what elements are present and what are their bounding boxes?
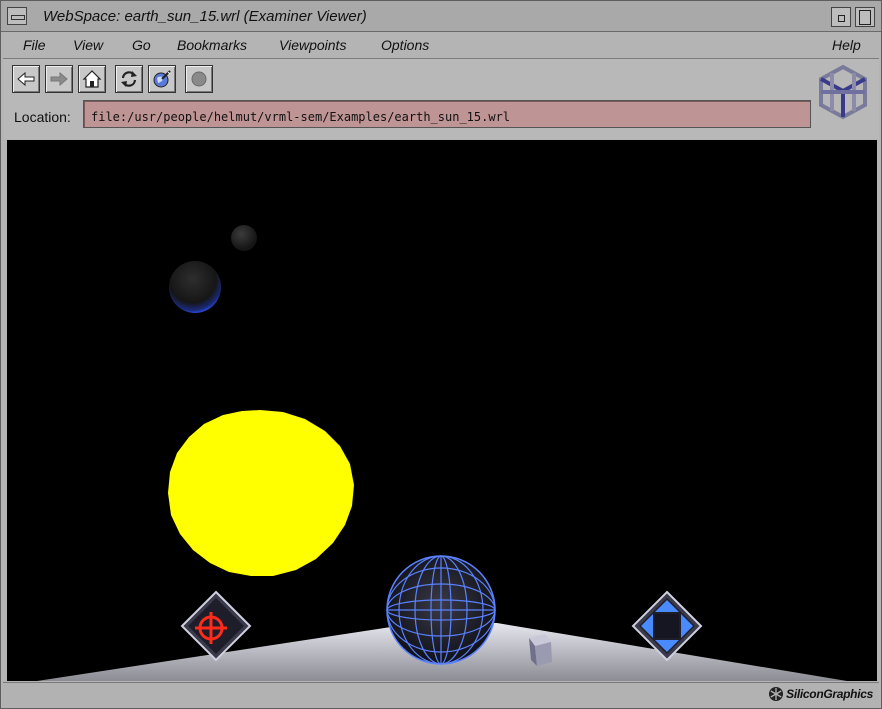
vrml-viewer[interactable] (7, 140, 877, 681)
window-menu-button[interactable] (7, 7, 27, 25)
seek-target-icon[interactable] (180, 590, 252, 662)
sun (168, 410, 354, 576)
menu-file[interactable]: File (23, 37, 46, 53)
reload-button[interactable] (115, 65, 143, 93)
menu-view[interactable]: View (73, 37, 103, 53)
sgi-logo-icon (769, 687, 784, 701)
sgi-brand: SiliconGraphics (768, 686, 873, 702)
moon (231, 225, 257, 251)
home-icon (82, 70, 102, 88)
menu-bar: File View Go Bookmarks Viewpoints Option… (3, 33, 879, 59)
status-bar: SiliconGraphics (3, 682, 879, 708)
menu-help[interactable]: Help (832, 37, 861, 53)
trackball-sphere-icon[interactable] (386, 555, 496, 665)
back-button[interactable] (12, 65, 40, 93)
toolbar: Location: (3, 59, 879, 139)
menu-viewpoints[interactable]: Viewpoints (279, 37, 346, 53)
menu-bookmarks[interactable]: Bookmarks (177, 37, 247, 53)
menu-options[interactable]: Options (381, 37, 429, 53)
globe-pen-icon (153, 70, 171, 88)
brand-text: SiliconGraphics (786, 687, 873, 701)
reload-icon (121, 71, 137, 87)
title-bar[interactable]: WebSpace: earth_sun_15.wrl (Examiner Vie… (1, 1, 881, 32)
minimize-button[interactable] (831, 7, 851, 27)
location-input[interactable] (83, 100, 811, 128)
menu-go[interactable]: Go (132, 37, 151, 53)
sgi-cube-logo-icon (819, 64, 867, 120)
window-title: WebSpace: earth_sun_15.wrl (Examiner Vie… (43, 8, 367, 25)
maximize-button[interactable] (855, 7, 875, 27)
stop-icon (191, 71, 207, 87)
forward-button[interactable] (45, 65, 73, 93)
location-label: Location: (14, 109, 71, 125)
scene (37, 225, 847, 681)
earth (169, 261, 221, 313)
home-button[interactable] (78, 65, 106, 93)
cube-object (529, 634, 552, 666)
stop-button[interactable] (185, 65, 213, 93)
arrow-left-icon (17, 71, 35, 87)
edit-button[interactable] (148, 65, 176, 93)
arrow-right-icon (50, 71, 68, 87)
webspace-window: WebSpace: earth_sun_15.wrl (Examiner Vie… (0, 0, 882, 709)
